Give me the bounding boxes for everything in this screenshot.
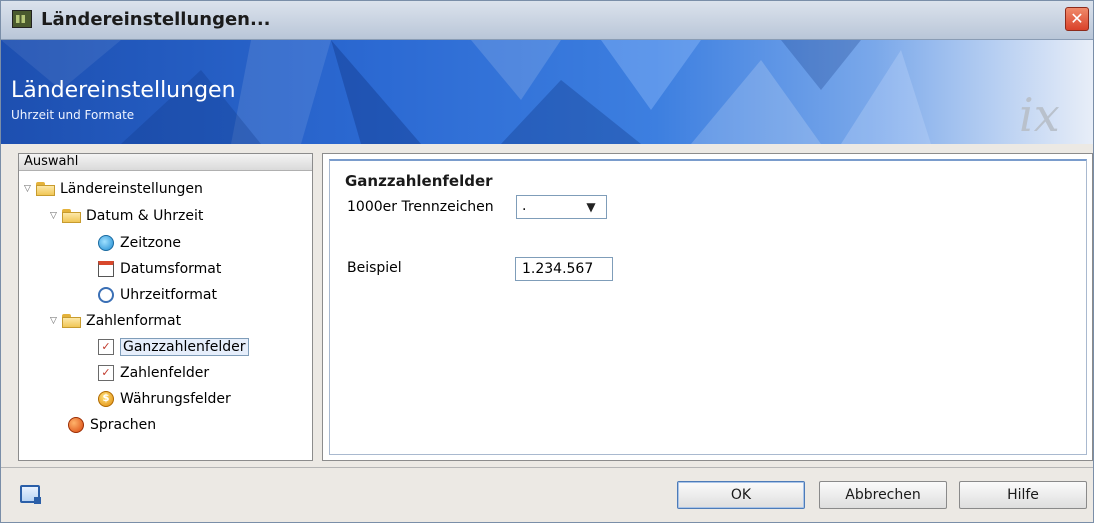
banner-subtitle: Uhrzeit und Formate: [11, 108, 135, 122]
footer-divider: [1, 467, 1093, 468]
tree-item-datum-uhrzeit[interactable]: ▽ Datum & Uhrzeit: [50, 204, 203, 228]
tree-item-zeitzone[interactable]: Zeitzone: [98, 231, 181, 255]
globe-icon: [98, 235, 114, 251]
tree-item-label: Ländereinstellungen: [60, 181, 203, 197]
tree-item-label: Datumsformat: [120, 261, 222, 277]
folder-icon: [62, 209, 82, 223]
tree-item-label: Ganzzahlenfelder: [120, 338, 249, 356]
tree-item-label: Zahlenfelder: [120, 365, 210, 381]
ix-logo: ix: [1019, 88, 1060, 142]
tree-item-label: Datum & Uhrzeit: [86, 208, 204, 224]
tree-item-zahlenfelder[interactable]: ✓ Zahlenfelder: [98, 361, 209, 385]
tree-item-ganzzahlenfelder[interactable]: ✓ Ganzzahlenfelder: [98, 335, 249, 359]
dialog-window: Ländereinstellungen... ✕ Ländereinstellu…: [0, 0, 1094, 523]
expand-arrow-icon[interactable]: ▽: [50, 309, 62, 333]
tree-item-label: Zeitzone: [120, 235, 181, 251]
folder-icon: [36, 182, 56, 196]
example-label: Beispiel: [347, 260, 402, 276]
section-title: Ganzzahlenfelder: [345, 172, 493, 190]
header-banner: Ländereinstellungen Uhrzeit und Formate …: [1, 40, 1093, 144]
clock-icon: [98, 287, 114, 303]
title-bar[interactable]: Ländereinstellungen... ✕: [1, 1, 1093, 40]
settings-panel: Ganzzahlenfelder 1000er Trennzeichen . ▼…: [322, 153, 1093, 461]
window-title: Ländereinstellungen...: [41, 9, 271, 30]
example-field[interactable]: 1.234.567: [515, 257, 613, 281]
settings-group: Ganzzahlenfelder 1000er Trennzeichen . ▼…: [329, 159, 1087, 455]
tree-header: Auswahl: [19, 154, 312, 171]
close-icon: ✕: [1070, 9, 1084, 28]
ok-button[interactable]: OK: [677, 481, 805, 509]
tree-item-datumsformat[interactable]: Datumsformat: [98, 257, 221, 281]
expand-arrow-icon[interactable]: ▽: [50, 204, 62, 228]
selection-tree: Auswahl ▽ Ländereinstellungen ▽ Datum & Uh…: [18, 153, 313, 461]
tree-item-label: Uhrzeitformat: [120, 287, 217, 303]
calendar-icon: [98, 261, 114, 277]
tree-item-sprachen[interactable]: Sprachen: [68, 413, 156, 437]
coin-icon: $: [98, 391, 114, 407]
tree-item-laendereinstellungen[interactable]: ▽ Ländereinstellungen: [24, 177, 203, 201]
cancel-button[interactable]: Abbrechen: [819, 481, 947, 509]
separator-select[interactable]: . ▼: [516, 195, 607, 219]
close-button[interactable]: ✕: [1065, 7, 1089, 31]
chevron-down-icon[interactable]: ▼: [577, 196, 605, 218]
context-help-icon[interactable]: [20, 485, 41, 504]
checklist-icon: ✓: [98, 365, 114, 381]
help-button[interactable]: Hilfe: [959, 481, 1087, 509]
tree-item-label: Zahlenformat: [86, 313, 182, 329]
separator-label: 1000er Trennzeichen: [347, 199, 494, 215]
tree-item-uhrzeitformat[interactable]: Uhrzeitformat: [98, 283, 217, 307]
expand-arrow-icon[interactable]: ▽: [24, 177, 36, 201]
checklist-icon: ✓: [98, 339, 114, 355]
tree-item-label: Währungsfelder: [120, 391, 231, 407]
app-icon: [12, 10, 32, 28]
folder-icon: [62, 314, 82, 328]
language-icon: [68, 417, 84, 433]
tree-item-label: Sprachen: [90, 417, 157, 433]
tree-item-zahlenformat[interactable]: ▽ Zahlenformat: [50, 309, 181, 333]
separator-value: .: [522, 198, 527, 214]
tree-item-waehrungsfelder[interactable]: $ Währungsfelder: [98, 387, 231, 411]
banner-title: Ländereinstellungen: [11, 78, 236, 103]
